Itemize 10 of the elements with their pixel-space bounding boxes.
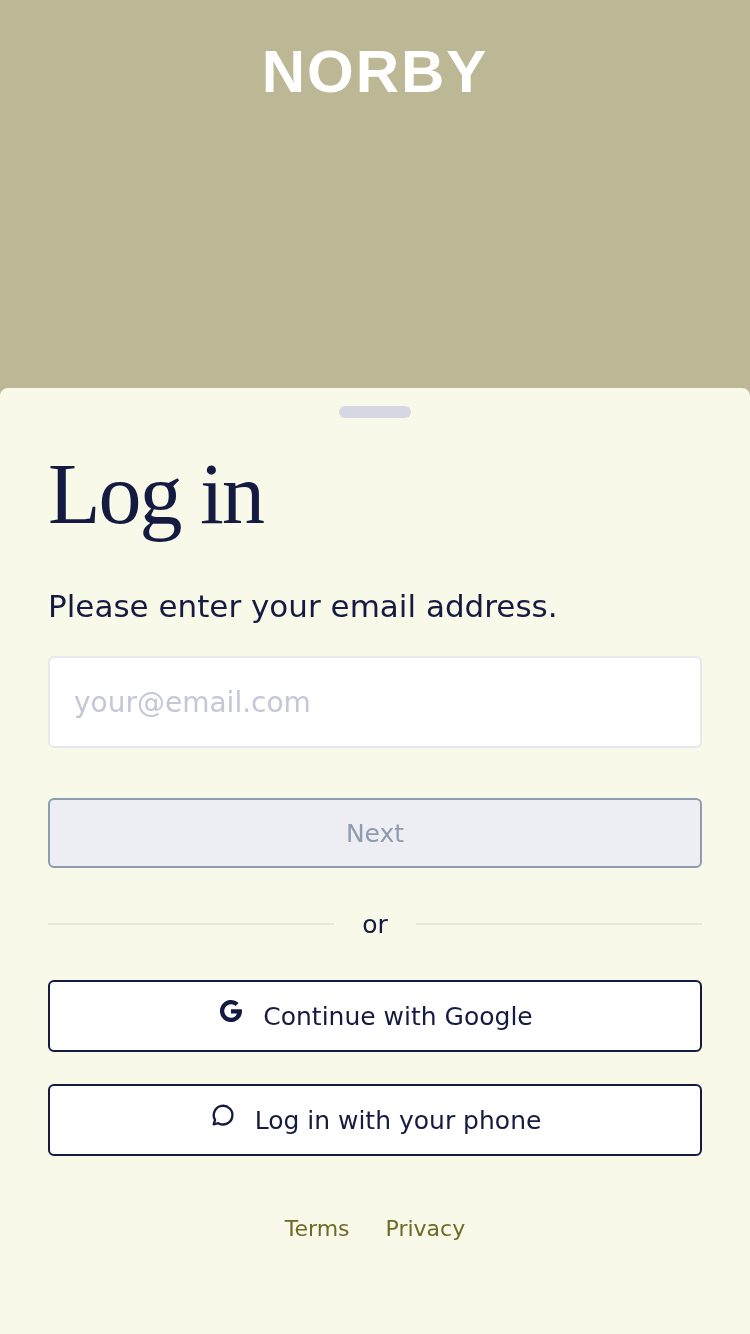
drag-handle[interactable]	[339, 406, 411, 418]
google-button[interactable]: Continue with Google	[48, 980, 702, 1052]
footer-link[interactable]: Privacy	[385, 1216, 466, 1241]
logo: NORBY	[261, 40, 489, 104]
email-field[interactable]: your@email.com	[48, 656, 702, 748]
divider-label: or	[362, 909, 388, 939]
prompt-text: Please enter your email address.	[48, 587, 559, 626]
phone-login-button[interactable]: Log in with your phone	[48, 1084, 702, 1156]
page-title: Log in	[48, 446, 265, 542]
footer-link[interactable]: Terms	[284, 1216, 350, 1241]
